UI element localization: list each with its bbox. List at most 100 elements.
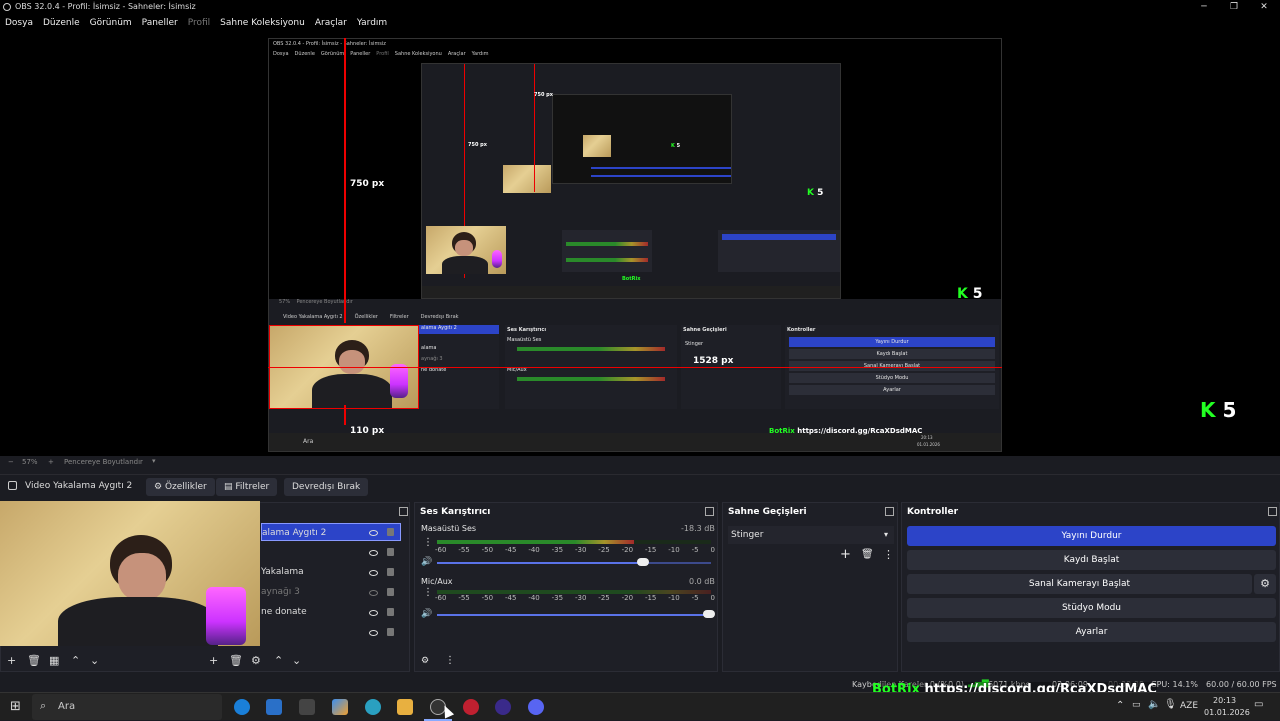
copilot-icon[interactable] — [332, 699, 348, 715]
speaker-icon[interactable]: 🔊 — [421, 609, 432, 619]
language-indicator[interactable]: AZE — [1180, 701, 1198, 711]
eye-icon[interactable] — [369, 610, 378, 616]
add-source-icon[interactable]: + — [209, 654, 218, 667]
kebab-menu-icon[interactable]: ⋮ — [423, 537, 433, 548]
scene-filters-icon[interactable]: ▦ — [49, 654, 59, 667]
move-down-icon[interactable]: ⌄ — [292, 654, 301, 667]
eye-off-icon[interactable] — [369, 590, 378, 596]
dock-undock-icon[interactable] — [705, 507, 714, 516]
dock-undock-icon[interactable] — [399, 507, 408, 516]
lock-icon[interactable] — [387, 588, 394, 596]
kebab-menu-icon[interactable]: ⋮ — [445, 655, 455, 666]
inner-ctrl-btn: Kaydı Başlat — [789, 349, 995, 359]
source-row[interactable]: Yakalama — [261, 563, 401, 581]
taskbar-search[interactable]: ⌕ Ara — [32, 694, 222, 720]
add-scene-icon[interactable]: + — [7, 654, 16, 667]
inner-mixer-title: Ses Karıştırıcı — [507, 327, 547, 333]
source-row[interactable] — [261, 543, 401, 561]
windows-start-icon[interactable]: ⊞ — [10, 699, 21, 714]
volume-slider[interactable] — [437, 562, 711, 564]
move-down-icon[interactable]: ⌄ — [90, 654, 99, 667]
restore-button[interactable]: ❐ — [1219, 0, 1249, 15]
start-virtual-camera-button[interactable]: Sanal Kamerayı Başlat — [907, 574, 1252, 594]
source-row[interactable]: alama Aygıtı 2 — [261, 523, 401, 541]
app-icon[interactable] — [299, 699, 315, 715]
inner-guide-line — [534, 64, 535, 192]
zoom-in-button[interactable]: + — [48, 458, 54, 466]
volume-slider-handle[interactable] — [703, 610, 715, 618]
tray-chevron-up-icon[interactable]: ⌃ — [1116, 700, 1124, 711]
move-up-icon[interactable]: ⌃ — [71, 654, 80, 667]
eye-icon[interactable] — [369, 530, 378, 536]
lock-icon[interactable] — [387, 528, 394, 536]
source-row[interactable] — [261, 623, 401, 641]
edge-icon[interactable] — [234, 699, 250, 715]
file-explorer-icon[interactable] — [397, 699, 413, 715]
trash-icon[interactable]: 🗑 — [861, 549, 874, 560]
kebab-menu-icon[interactable]: ⋮ — [883, 548, 894, 561]
minimize-button[interactable]: ─ — [1189, 0, 1219, 15]
lock-icon[interactable] — [387, 608, 394, 616]
zoom-out-button[interactable]: − — [8, 458, 14, 466]
properties-button[interactable]: ⚙ Özellikler — [146, 478, 215, 496]
volume-slider-handle[interactable] — [637, 558, 650, 566]
opera-icon[interactable] — [463, 699, 479, 715]
filters-button[interactable]: ▤ Filtreler — [216, 478, 278, 496]
menu-help[interactable]: Yardım — [352, 15, 392, 33]
network-icon[interactable]: ▭ — [1132, 700, 1141, 710]
move-up-icon[interactable]: ⌃ — [274, 654, 283, 667]
deactivate-button[interactable]: Devredışı Bırak — [284, 478, 369, 496]
gear-icon[interactable]: ⚙ — [251, 654, 261, 667]
eye-icon[interactable] — [369, 630, 378, 636]
advanced-audio-icon[interactable]: ⚙ — [421, 656, 429, 666]
clock-time[interactable]: 20:13 — [1213, 696, 1236, 705]
clock-date[interactable]: 01.01.2026 — [1204, 708, 1250, 717]
deep-bar — [591, 175, 731, 177]
volume-icon[interactable]: 🔈 — [1148, 699, 1160, 710]
eye-icon[interactable] — [369, 550, 378, 556]
trash-icon[interactable]: 🗑 — [229, 654, 243, 667]
lock-icon[interactable] — [387, 568, 394, 576]
source-row[interactable]: aynağı 3 — [261, 583, 401, 601]
deep-bar — [591, 167, 731, 169]
px-label-750: 750 px — [350, 179, 385, 189]
store-icon[interactable] — [266, 699, 282, 715]
lock-icon[interactable] — [387, 628, 394, 636]
stop-streaming-button[interactable]: Yayını Durdur — [907, 526, 1276, 546]
volume-slider[interactable] — [437, 614, 711, 616]
settings-button[interactable]: Ayarlar — [907, 622, 1276, 642]
add-transition-icon[interactable]: + — [840, 547, 851, 562]
transition-selected-value: Stinger — [731, 530, 764, 540]
menu-view[interactable]: Görünüm — [85, 15, 137, 33]
menu-profile[interactable]: Profil — [183, 15, 215, 33]
menu-file[interactable]: Dosya — [0, 15, 38, 33]
chrome-icon[interactable] — [365, 699, 381, 715]
lock-icon[interactable] — [387, 548, 394, 556]
fit-window-dropdown[interactable]: Pencereye Boyutlandır — [64, 458, 143, 466]
source-row[interactable]: ne donate — [261, 603, 401, 621]
kebab-menu-icon[interactable]: ⋮ — [423, 587, 433, 598]
menu-edit[interactable]: Düzenle — [38, 15, 85, 33]
inner-menu-item: Dosya — [273, 51, 289, 57]
menu-docks[interactable]: Paneller — [137, 15, 183, 33]
dock-undock-icon[interactable] — [885, 507, 894, 516]
dock-undock-icon[interactable] — [1268, 507, 1277, 516]
menu-scene-collection[interactable]: Sahne Koleksiyonu — [215, 15, 310, 33]
inner-zoom-bar: 57% Pencereye Boyutlandır — [279, 299, 353, 305]
notification-icon[interactable]: ▭ — [1254, 699, 1263, 710]
trash-icon[interactable]: 🗑 — [27, 654, 41, 667]
discord-icon[interactable] — [528, 699, 544, 715]
close-button[interactable]: ✕ — [1249, 0, 1279, 15]
app-circle-icon[interactable] — [495, 699, 511, 715]
gear-icon[interactable]: ⚙ — [1254, 574, 1276, 594]
eye-icon[interactable] — [369, 570, 378, 576]
speaker-icon[interactable]: 🔊 — [421, 557, 432, 567]
chevron-down-icon[interactable]: ▾ — [152, 457, 156, 465]
audio-mixer-dock: Ses Karıştırıcı Masaüstü Ses -18.3 dB ⋮ … — [414, 502, 718, 672]
studio-mode-button[interactable]: Stüdyo Modu — [907, 598, 1276, 618]
start-recording-button[interactable]: Kaydı Başlat — [907, 550, 1276, 570]
menu-tools[interactable]: Araçlar — [310, 15, 352, 33]
title-bar: OBS 32.0.4 - Profil: İsimsiz - Sahneler:… — [0, 0, 1280, 15]
transition-select[interactable]: Stinger ▾ — [728, 526, 894, 544]
microphone-icon[interactable]: 🎙 — [1164, 699, 1177, 710]
